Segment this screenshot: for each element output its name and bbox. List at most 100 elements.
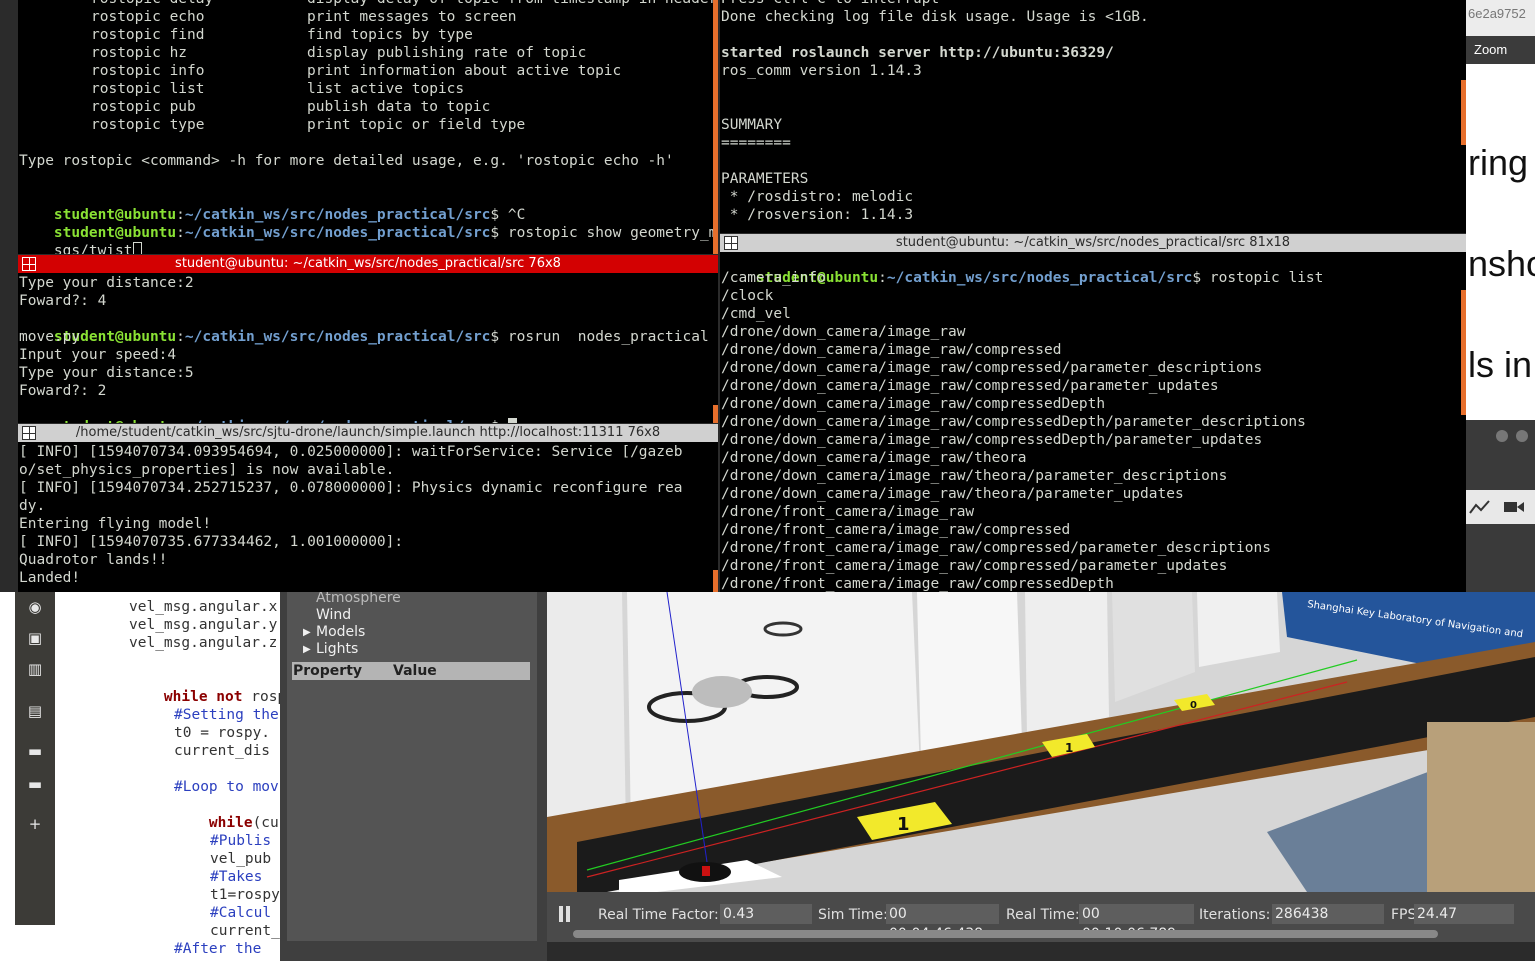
launcher-sidebar: ◉ ▣ ▥ ▤ ▬ ▬ +	[15, 592, 55, 925]
terminal-rostopic-list[interactable]: student@ubuntu:~/catkin_ws/src/nodes_pra…	[720, 252, 1466, 592]
output-line: Foward?: 2	[19, 383, 107, 399]
code-comment: #After the	[174, 941, 262, 957]
help-command: rostopic echo	[91, 9, 205, 25]
output-line: * /rosversion: 1.14.3	[721, 207, 914, 223]
gazebo-world-panel: Atmosphere Wind ▶ Models ▶ Lights Proper…	[287, 590, 537, 941]
video-icon[interactable]	[1502, 497, 1526, 517]
code-line: t1=rospy	[210, 887, 280, 903]
terminal-split-icon[interactable]	[22, 257, 36, 271]
code-comment: #Publis	[210, 833, 272, 849]
fps-value: 24.47	[1414, 904, 1514, 924]
world-item-models[interactable]: Models	[316, 624, 365, 641]
background-document-window: 6e2a9752 Zoom ring nsho ls in	[1466, 0, 1535, 420]
topic-item: /drone/front_camera/image_raw/compressed…	[721, 576, 1114, 592]
code-line: vel_msg.angular.x	[129, 599, 278, 615]
terminal-split-icon[interactable]	[724, 236, 738, 250]
code-line: vel_msg.angular.y	[129, 617, 278, 633]
topic-item: /drone/down_camera/image_raw/theora/para…	[721, 486, 1184, 502]
terminal-title: student@ubuntu: ~/catkin_ws/src/nodes_pr…	[175, 256, 561, 271]
topic-item: /drone/down_camera/image_raw	[721, 324, 966, 340]
camera-icon[interactable]: ◉	[26, 598, 44, 616]
output-line: Foward?: 4	[19, 293, 107, 309]
doc-word-2: nsho	[1468, 243, 1535, 284]
code-line: vel_msg.angular.z	[129, 635, 278, 651]
code-editor[interactable]: vel_msg.angular.x vel_msg.angular.y vel_…	[55, 592, 280, 961]
folder-icon[interactable]: ▬	[26, 742, 44, 760]
help-line: rostopic list list active topics	[19, 80, 717, 98]
trash-icon[interactable]: ▥	[26, 660, 44, 678]
window-edge	[713, 405, 718, 423]
terminal-titlebar[interactable]: student@ubuntu: ~/catkin_ws/src/nodes_pr…	[18, 255, 718, 273]
prompt-path: ~/catkin_ws/src/nodes_practical/src	[185, 419, 491, 423]
text-cursor	[507, 418, 517, 423]
output-line: Type your distance:5	[19, 365, 194, 381]
terminal-title: student@ubuntu: ~/catkin_ws/src/nodes_pr…	[895, 235, 1291, 250]
pause-icon[interactable]	[558, 906, 572, 922]
save-icon[interactable]: ▤	[26, 702, 44, 720]
log-line: [ INFO] [1594070734.252715237, 0.0780000…	[19, 480, 683, 496]
hash-text: 6e2a9752	[1468, 6, 1526, 21]
topic-item: /drone/down_camera/image_raw/compressedD…	[721, 432, 1263, 448]
world-item-atmosphere[interactable]: Atmosphere	[316, 590, 401, 607]
help-description: list active topics	[307, 81, 465, 97]
command-text: move.py	[19, 329, 81, 345]
world-item-wind[interactable]: Wind	[316, 607, 351, 624]
output-line: ros_comm version 1.14.3	[721, 63, 922, 79]
output-line: Input your speed:4	[19, 347, 177, 363]
rtf-value: 0.43	[720, 904, 812, 924]
property-table-header: Property Value	[292, 662, 530, 680]
command-text: sgs/twist	[53, 243, 133, 254]
gazebo-3d-view[interactable]: Shanghai Key Laboratory of Navigation an…	[547, 592, 1535, 892]
prompt-user: student@ubuntu	[54, 419, 176, 423]
topic-item: /drone/down_camera/image_raw/compressed/…	[721, 378, 1219, 394]
expand-arrow-icon[interactable]: ▶	[303, 644, 311, 655]
sim-time-value: 00 00:04:46.438	[886, 904, 999, 942]
code-keyword: while not	[163, 689, 243, 705]
zoom-button[interactable]: Zoom	[1474, 42, 1507, 57]
doc-word-3: ls in	[1468, 344, 1533, 385]
help-command: rostopic hz	[91, 45, 188, 61]
code-comment: #Calcul	[210, 905, 272, 921]
terminal-titlebar[interactable]: /home/student/catkin_ws/src/sjtu-drone/l…	[18, 424, 718, 442]
log-line: dy.	[19, 498, 46, 514]
terminal-titlebar[interactable]: student@ubuntu: ~/catkin_ws/src/nodes_pr…	[720, 234, 1466, 252]
code-comment: #Setting the	[174, 707, 279, 723]
output-line: Type your distance:2	[19, 275, 194, 291]
prompt-path: ~/catkin_ws/src/nodes_practical/src	[184, 225, 491, 241]
help-line: rostopic type print topic or field type	[19, 116, 717, 134]
folder-open-icon[interactable]: ▬	[26, 775, 44, 793]
world-item-lights[interactable]: Lights	[316, 641, 358, 658]
terminal-rosrun[interactable]: Type your distance:2 Foward?: 4 student@…	[18, 273, 718, 423]
terminal-roscore[interactable]: Press Ctrl-C to interrupt Done checking …	[720, 0, 1466, 233]
plot-icon[interactable]	[1468, 497, 1492, 517]
code-line: current_dis	[174, 743, 271, 759]
help-command: rostopic find	[91, 27, 205, 43]
terminal-split-icon[interactable]	[22, 426, 36, 440]
output-line: Press Ctrl-C to interrupt	[721, 0, 939, 8]
command-text: rosrun nodes_practical	[507, 329, 709, 345]
code-line: vel_pub	[210, 851, 272, 867]
gazebo-toolbar-right	[1466, 490, 1535, 524]
window-edge	[1461, 290, 1466, 415]
help-line: rostopic delaydisplay delay of topic fro…	[19, 0, 717, 8]
window-edge	[1461, 80, 1466, 145]
log-line: Quadrotor lands!!	[19, 552, 168, 568]
topic-item: /drone/front_camera/image_raw/compressed	[721, 522, 1071, 538]
usage-line: Type rostopic <command> -h for more deta…	[19, 153, 674, 169]
horizontal-scrollbar[interactable]	[573, 930, 1438, 938]
topic-item: /cmd_vel	[721, 306, 791, 322]
help-description: find topics by type	[307, 27, 473, 43]
log-line: [ INFO] [1594070735.677334462, 1.0010000…	[19, 534, 404, 550]
expand-arrow-icon[interactable]: ▶	[303, 627, 311, 638]
terminal-rostopic-help[interactable]: rostopic delaydisplay delay of topic fro…	[18, 0, 718, 254]
topic-item: /drone/down_camera/image_raw/theora/para…	[721, 468, 1228, 484]
gazebo-status-bar: Real Time Factor: 0.43 Sim Time: 00 00:0…	[547, 892, 1535, 942]
log-line: Landed!	[19, 570, 81, 586]
record-icon[interactable]: ▣	[26, 629, 44, 647]
command-text: rostopic show geometry_m	[507, 225, 718, 241]
help-description: display delay of topic from timestamp in…	[307, 0, 717, 7]
code-line: current_	[210, 923, 280, 939]
terminal-title: /home/student/catkin_ws/src/sjtu-drone/l…	[75, 425, 661, 440]
terminal-roslaunch-log[interactable]: [ INFO] [1594070734.093954694, 0.0250000…	[18, 442, 718, 592]
add-icon[interactable]: +	[26, 815, 44, 833]
